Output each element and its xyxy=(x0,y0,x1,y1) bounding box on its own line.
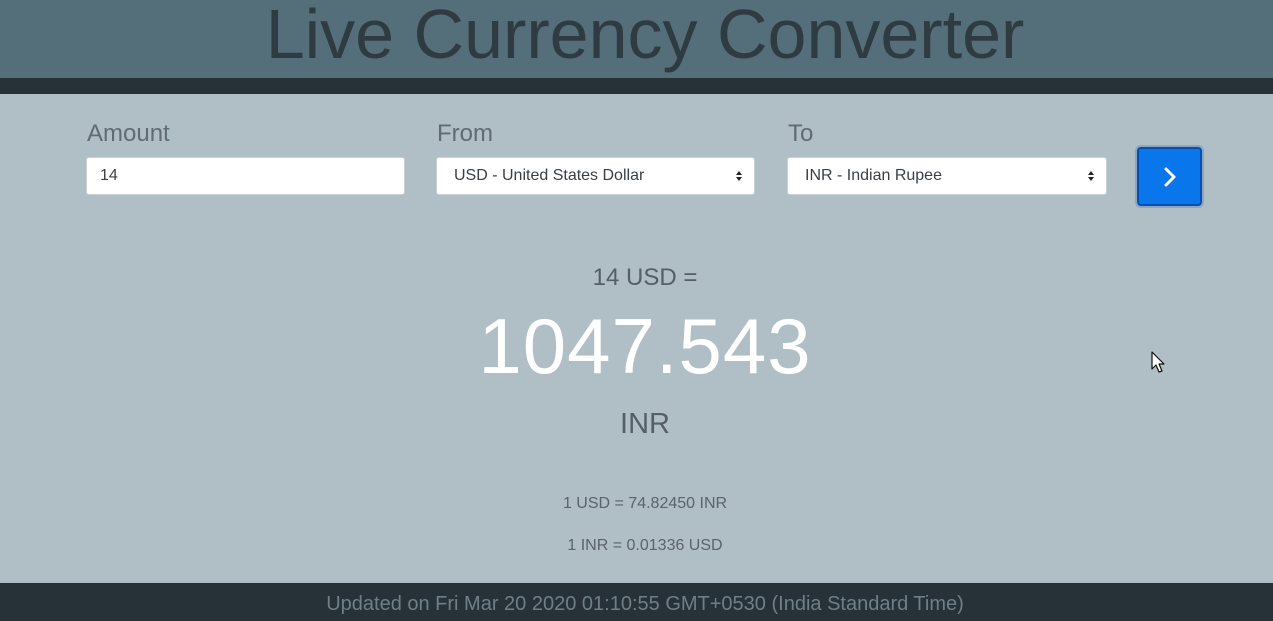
convert-button[interactable] xyxy=(1137,147,1202,206)
amount-input-value: 14 xyxy=(100,167,118,184)
header-divider xyxy=(0,78,1273,94)
from-currency-select[interactable]: USD - United States Dollar xyxy=(436,157,755,195)
amount-label: Amount xyxy=(87,120,170,147)
page-title: Live Currency Converter xyxy=(265,0,1025,73)
select-arrows-icon xyxy=(724,170,754,182)
mouse-cursor-icon xyxy=(1151,351,1165,373)
footer-bar: Updated on Fri Mar 20 2020 01:10:55 GMT+… xyxy=(0,583,1273,621)
result-from-amount: 14 USD = xyxy=(592,264,698,291)
rate-reverse: 1 INR = 0.01336 USD xyxy=(567,537,723,554)
result-to-currency: INR xyxy=(620,408,670,440)
to-label: To xyxy=(788,120,814,147)
chevron-right-icon xyxy=(1164,167,1175,186)
rate-forward: 1 USD = 74.82450 INR xyxy=(562,495,728,512)
result-value: 1047.543 xyxy=(478,302,812,390)
select-arrows-icon xyxy=(1076,170,1106,182)
amount-input[interactable]: 14 xyxy=(86,157,405,195)
last-updated-text: Updated on Fri Mar 20 2020 01:10:55 GMT+… xyxy=(326,593,964,615)
to-currency-select[interactable]: INR - Indian Rupee xyxy=(787,157,1107,195)
from-currency-value: USD - United States Dollar xyxy=(454,167,645,184)
to-currency-value: INR - Indian Rupee xyxy=(805,167,942,184)
from-label: From xyxy=(437,120,493,147)
header-bar: Live Currency Converter xyxy=(0,0,1273,78)
